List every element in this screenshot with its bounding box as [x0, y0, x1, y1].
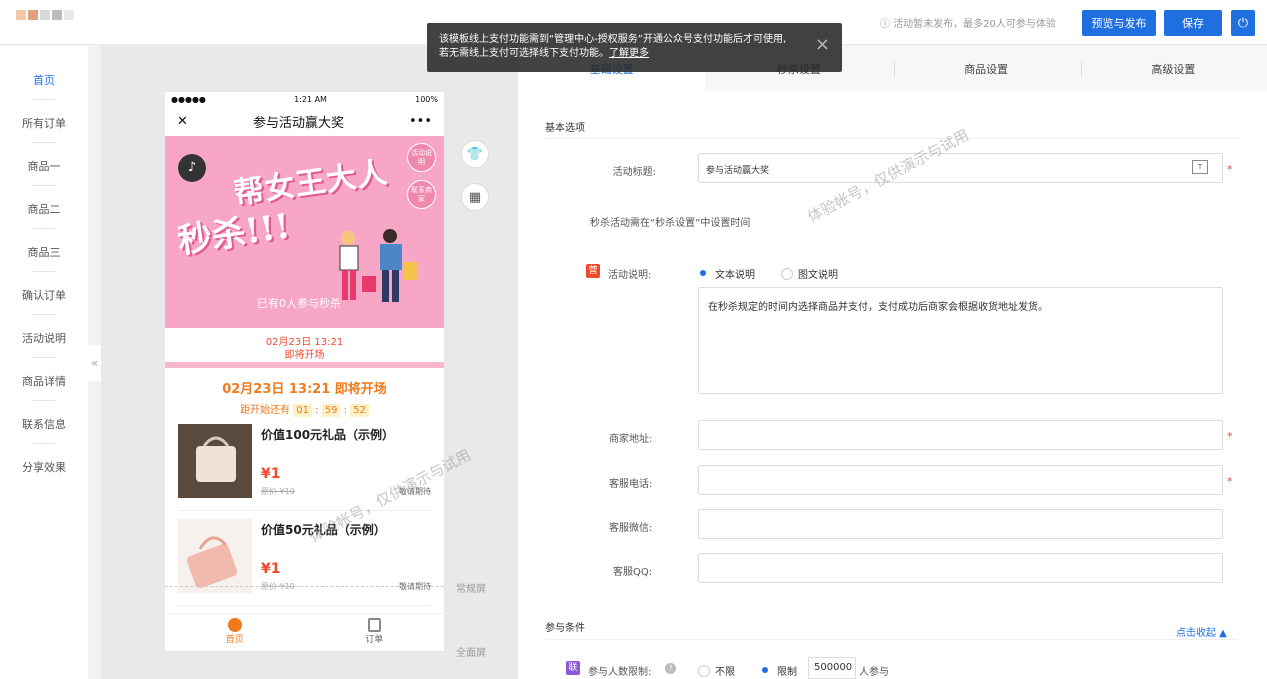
logo	[16, 10, 88, 30]
nav-item-confirm-order[interactable]: 确认订单	[0, 287, 88, 303]
nav-item-share-effect[interactable]: 分享效果	[0, 459, 88, 475]
title-input[interactable]: 参与活动赢大奖 T	[698, 153, 1223, 183]
banner: ♪ 活动说明 联系商家 帮女王大人 秒杀!!! 已有0人参与秒杀	[165, 136, 444, 328]
title-label: 活动标题:	[612, 167, 656, 178]
power-icon[interactable]: ⏻	[1231, 10, 1255, 36]
section-condition-title: 参与条件	[545, 623, 585, 634]
status-bar: ●●●●● 1:21 AM 100%	[171, 94, 438, 104]
desc-label: 活动说明:	[608, 270, 652, 281]
phone-input[interactable]	[698, 465, 1223, 495]
wechat-label: 客服微信:	[609, 523, 653, 534]
music-icon[interactable]: ♪	[178, 154, 206, 182]
nav-item-product-1[interactable]: 商品一	[0, 158, 88, 174]
preview-publish-button[interactable]: 预览与发布	[1082, 10, 1156, 36]
nav-item-all-orders[interactable]: 所有订单	[0, 115, 88, 131]
radio-rich-desc[interactable]: 图文说明	[781, 266, 838, 281]
desc-textarea[interactable]: 在秒杀规定的时间内选择商品并支付，支付成功后商家会根据收货地址发货。	[698, 287, 1223, 394]
product-image	[178, 519, 252, 593]
collapse-section-link[interactable]: 点击收起 ▲	[1176, 624, 1227, 639]
contact-merchant-badge[interactable]: 联系商家	[407, 180, 436, 209]
nav-item-product-3[interactable]: 商品三	[0, 244, 88, 260]
home-icon	[227, 618, 242, 632]
shirt-icon[interactable]: 👕	[461, 140, 489, 168]
tab-product-settings[interactable]: 商品设置	[893, 46, 1080, 91]
seckill-time-hint: 秒杀活动需在“秒杀设置”中设置时间	[590, 218, 751, 229]
screen-normal-label[interactable]: 常规屏	[456, 580, 486, 595]
banner-headline-2: 秒杀!!!	[175, 206, 293, 262]
radio-unlimited[interactable]: 不限	[698, 663, 735, 678]
start-time-box: 02月23日 13:21 即将开场	[165, 328, 444, 368]
wechat-input[interactable]	[698, 509, 1223, 539]
payment-notice-toast: 该模板线上支付功能需到“管理中心-授权服务”开通公众号支付功能后才可使用, 若无…	[427, 23, 842, 72]
address-label: 商家地址:	[609, 434, 653, 445]
close-icon[interactable]: ×	[815, 36, 830, 54]
publish-status-info: ⓘ 活动暂未发布，最多20人可参与体验	[880, 19, 1056, 30]
help-icon[interactable]: ?	[665, 663, 676, 674]
limit-suffix: 人参与	[859, 667, 889, 678]
screen-divider	[165, 586, 444, 587]
nav-item-product-detail[interactable]: 商品详情	[0, 373, 88, 389]
save-button[interactable]: 保存	[1164, 10, 1222, 36]
screen-full-label[interactable]: 全面屏	[456, 644, 486, 659]
tab-advanced-settings[interactable]: 高级设置	[1080, 46, 1267, 91]
countdown: 距开始还有 01 : 59 : 52	[165, 401, 444, 417]
product-item[interactable]: 价值100元礼品（示例） ¥1 原价 ¥10 敬请期待	[178, 416, 431, 511]
nav-item-product-2[interactable]: 商品二	[0, 201, 88, 217]
qq-input[interactable]	[698, 553, 1223, 583]
nav-item-contact[interactable]: 联系信息	[0, 416, 88, 432]
shopping-figures-illustration	[339, 229, 418, 302]
phone-label: 客服电话:	[609, 479, 653, 490]
more-icon[interactable]: •••	[409, 114, 432, 129]
product-image	[178, 424, 252, 498]
limit-badge: 联	[566, 661, 580, 675]
phone-title: 参与活动赢大奖	[252, 115, 344, 131]
nav-item-activity-desc[interactable]: 活动说明	[0, 330, 88, 346]
left-nav: 首页 所有订单 商品一 商品二 商品三 确认订单 活动说明 商品详情 联系信息 …	[0, 46, 88, 679]
activity-desc-badge[interactable]: 活动说明	[407, 143, 436, 172]
marketing-badge: 营	[586, 264, 600, 278]
collapse-nav-button[interactable]: «	[88, 345, 101, 381]
orders-icon	[367, 618, 381, 632]
countdown-title: 02月23日 13:21 即将开场	[222, 382, 387, 397]
nav-item-home[interactable]: 首页	[0, 72, 88, 88]
close-icon[interactable]: ✕	[177, 114, 188, 129]
tab-orders[interactable]: 订单	[305, 614, 445, 651]
limit-count-input[interactable]: 500000	[808, 657, 856, 679]
radio-text-desc[interactable]: 文本说明	[698, 266, 755, 281]
section-basic-title: 基本选项	[545, 123, 585, 134]
info-icon: ⓘ	[880, 19, 890, 30]
radio-limited[interactable]: 限制	[760, 663, 797, 678]
qq-label: 客服QQ:	[613, 567, 653, 578]
phone-title-bar: ✕ 参与活动赢大奖 •••	[165, 106, 444, 136]
limit-label: 参与人数限制:	[588, 667, 652, 678]
product-item[interactable]: 价值50元礼品（示例） ¥1 原价 ¥10 敬请期待	[178, 511, 431, 606]
text-style-icon[interactable]: T	[1192, 160, 1208, 174]
learn-more-link[interactable]: 了解更多	[609, 48, 649, 59]
grid-icon[interactable]: ▦	[461, 183, 489, 211]
phone-tab-bar: 首页 订单	[165, 613, 444, 651]
address-input[interactable]	[698, 420, 1223, 450]
joined-count: 已有0人参与秒杀	[257, 297, 341, 310]
settings-panel: 基础设置 秒杀设置 商品设置 高级设置 基本选项 活动标题: 参与活动赢大奖 T…	[518, 46, 1267, 679]
phone-preview: ●●●●● 1:21 AM 100% ✕ 参与活动赢大奖 ••• ♪ 活动说明 …	[165, 92, 444, 651]
tab-home[interactable]: 首页	[165, 614, 305, 651]
